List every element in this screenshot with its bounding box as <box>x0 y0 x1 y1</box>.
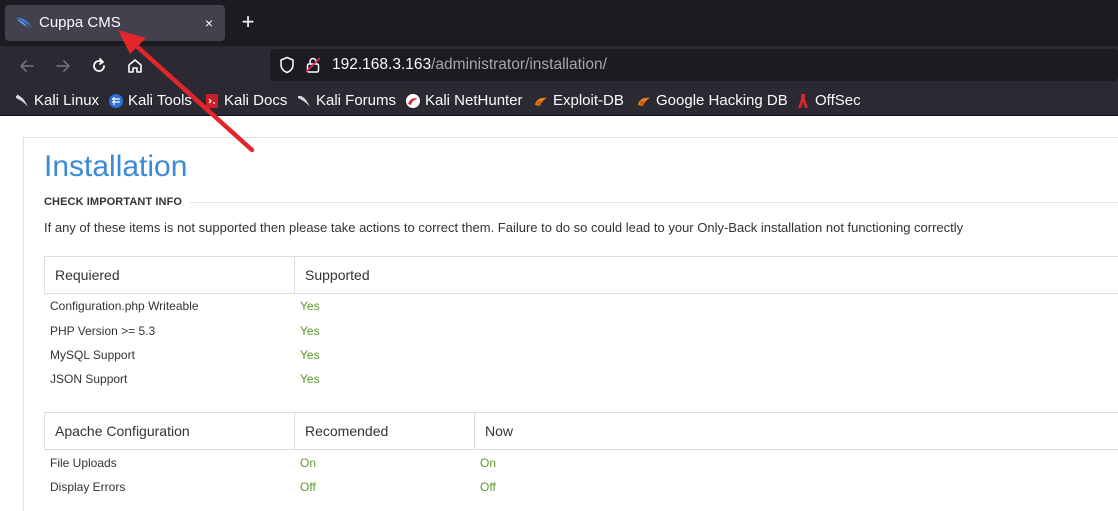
reload-icon <box>93 58 105 72</box>
supported-value: Yes <box>300 299 320 313</box>
requirement-label: JSON Support <box>50 372 128 386</box>
requirements-table-header: Requiered Supported <box>44 256 1118 294</box>
supported-value: Yes <box>300 348 320 362</box>
header-recomended: Recomended <box>294 413 474 449</box>
bookmark-kali-linux[interactable]: Kali Linux <box>14 91 99 111</box>
page-title: Installation <box>44 150 188 183</box>
section-label: CHECK IMPORTANT INFO <box>44 196 183 208</box>
new-tab-button[interactable]: + <box>236 8 260 36</box>
supported-value: Yes <box>300 324 320 338</box>
supported-value: Yes <box>300 372 320 386</box>
exploit-db-icon <box>535 97 547 106</box>
recommended-value: Off <box>300 480 316 494</box>
header-now: Now <box>474 413 1114 449</box>
bookmark-kali-tools[interactable]: Kali Tools <box>108 91 192 111</box>
url-path: /administrator/installation/ <box>431 56 607 73</box>
bookmark-label: Kali Linux <box>34 92 100 109</box>
home-icon <box>128 59 142 73</box>
bookmark-label: Kali Docs <box>224 92 288 109</box>
tab-cuppa-cms[interactable]: Cuppa CMS × <box>5 5 225 41</box>
bookmark-label: Exploit-DB <box>553 92 624 109</box>
ghdb-icon <box>638 97 650 106</box>
recommended-value: On <box>300 456 317 470</box>
info-text: If any of these items is not supported t… <box>44 220 964 235</box>
bookmark-label: Kali NetHunter <box>425 92 523 109</box>
bookmark-kali-forums[interactable]: Kali Forums <box>296 91 396 111</box>
bookmark-label: Google Hacking DB <box>656 92 788 109</box>
apache-table-header: Apache Configuration Recomended Now <box>44 412 1118 450</box>
nethunter-icon <box>406 94 420 108</box>
bookmark-label: OffSec <box>815 92 861 109</box>
requirement-label: PHP Version >= 5.3 <box>50 324 156 338</box>
kali-tools-icon <box>109 94 123 108</box>
back-button[interactable] <box>15 54 39 78</box>
header-requiered: Requiered <box>55 267 120 283</box>
apache-setting-label: Display Errors <box>50 480 126 494</box>
offsec-icon <box>798 94 808 108</box>
tab-title: Cuppa CMS <box>39 14 121 31</box>
now-value: On <box>480 456 497 470</box>
header-supported: Supported <box>294 257 1114 293</box>
bookmark-kali-docs[interactable]: Kali Docs <box>204 91 287 111</box>
tracking-protection-shield-icon[interactable] <box>278 56 296 74</box>
bookmark-offsec[interactable]: OffSec <box>795 91 861 111</box>
kali-forums-icon <box>298 95 310 107</box>
header-apache-configuration: Apache Configuration <box>55 423 190 439</box>
requirement-label: MySQL Support <box>50 348 135 362</box>
tab-close-icon[interactable]: × <box>201 13 217 33</box>
kali-docs-icon <box>206 94 218 108</box>
back-arrow-icon <box>20 60 34 72</box>
forward-button[interactable] <box>51 54 75 78</box>
insecure-lock-icon[interactable] <box>304 56 322 74</box>
now-value: Off <box>480 480 496 494</box>
url-text: 192.168.3.163/administrator/installation… <box>332 56 607 74</box>
requirement-label: Configuration.php Writeable <box>50 299 199 313</box>
home-button[interactable] <box>123 54 147 78</box>
bookmark-google-hacking-db[interactable]: Google Hacking DB <box>636 91 788 111</box>
navigation-toolbar: 192.168.3.163/administrator/installation… <box>0 46 1118 86</box>
reload-button[interactable] <box>87 54 111 78</box>
tab-strip: Cuppa CMS × + <box>0 0 1118 46</box>
bookmark-exploit-db[interactable]: Exploit-DB <box>533 91 624 111</box>
address-bar[interactable]: 192.168.3.163/administrator/installation… <box>270 49 1118 81</box>
section-divider <box>190 202 1118 203</box>
bookmark-label: Kali Tools <box>128 92 192 109</box>
bookmark-label: Kali Forums <box>316 92 397 109</box>
url-host: 192.168.3.163 <box>332 56 432 73</box>
forward-arrow-icon <box>56 60 70 72</box>
kali-dragon-icon <box>16 94 28 107</box>
kali-dragon-icon <box>16 17 32 28</box>
installation-panel <box>23 137 1118 511</box>
apache-setting-label: File Uploads <box>50 456 117 470</box>
bookmark-kali-nethunter[interactable]: Kali NetHunter <box>405 91 523 111</box>
bookmarks-toolbar: Kali Linux Kali Tools Kali Docs Kali For… <box>0 86 1118 116</box>
